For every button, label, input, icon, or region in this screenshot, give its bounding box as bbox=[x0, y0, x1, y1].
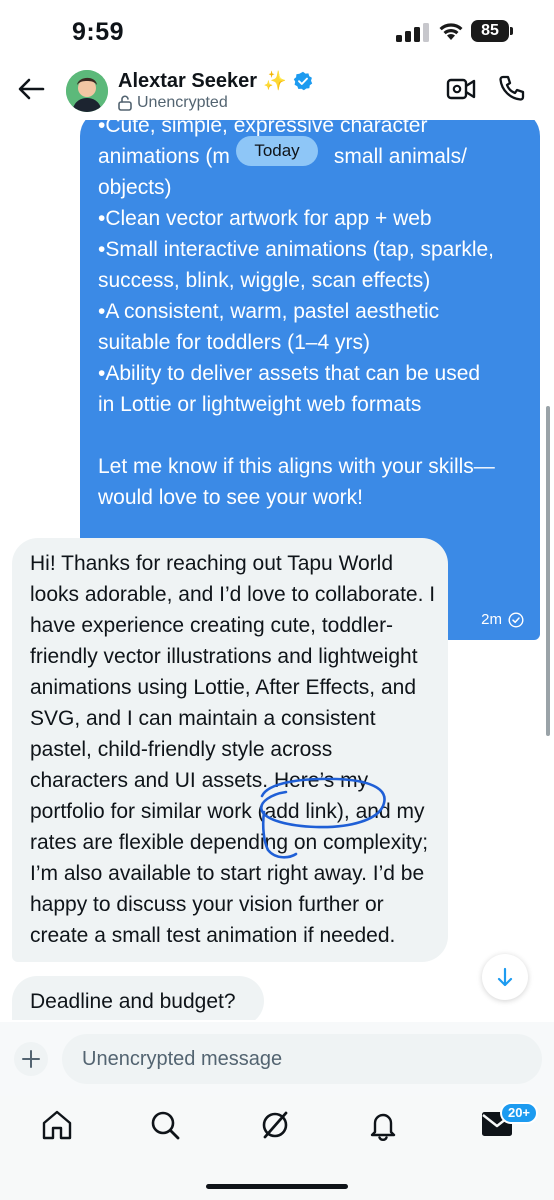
battery-indicator: 85 bbox=[471, 20, 509, 42]
phone-call-icon[interactable] bbox=[498, 74, 526, 102]
notifications-icon[interactable] bbox=[366, 1108, 400, 1142]
verified-badge-icon bbox=[293, 71, 312, 91]
received-line: SVG, and I can maintain a consistent bbox=[30, 707, 376, 730]
received-line: friendly vector illustrations and lightw… bbox=[30, 645, 418, 668]
grok-icon[interactable] bbox=[258, 1108, 292, 1142]
sent-line: Let me know if this aligns with your ski… bbox=[98, 455, 495, 478]
lock-open-icon bbox=[118, 95, 132, 111]
sent-line: would love to see your work! bbox=[98, 486, 363, 509]
message-list[interactable]: •Cute, simple, expressive character anim… bbox=[0, 120, 554, 1020]
avatar-illustration bbox=[66, 70, 108, 112]
sent-line: •Clean vector artwork for app + web bbox=[98, 207, 432, 230]
avatar[interactable] bbox=[66, 70, 108, 112]
date-divider: Today bbox=[236, 136, 318, 166]
received-line: I’m also available to start right away. … bbox=[30, 862, 425, 885]
conversation-header: Alextar Seeker ✨ Unencrypted bbox=[0, 56, 554, 120]
encryption-status: Unencrypted bbox=[137, 94, 228, 111]
received-line: looks adorable, and I’d love to collabor… bbox=[30, 583, 436, 606]
sparkle-icon: ✨ bbox=[262, 71, 287, 92]
received-line: pastel, child-friendly style across bbox=[30, 738, 333, 761]
scroll-to-bottom-button[interactable] bbox=[482, 954, 528, 1000]
arrow-down-icon bbox=[497, 967, 513, 987]
received-line: happy to discuss your vision further or bbox=[30, 893, 384, 916]
sent-line: success, blink, wiggle, scan effects) bbox=[98, 269, 431, 292]
back-arrow-icon[interactable] bbox=[16, 74, 46, 104]
read-check-icon bbox=[508, 611, 524, 628]
sent-line: •Cute, simple, expressive character bbox=[98, 120, 428, 137]
received-message-text: Hi! Thanks for reaching out Tapu World l… bbox=[30, 548, 442, 951]
encryption-status-row: Unencrypted bbox=[118, 94, 228, 112]
received-line: create a small test animation if needed. bbox=[30, 924, 396, 947]
sent-line: in Lottie or lightweight web formats bbox=[98, 393, 422, 416]
sent-time: 2m bbox=[481, 611, 502, 628]
sent-line: •Small interactive animations (tap, spar… bbox=[98, 238, 495, 261]
received-line: characters and UI assets. Here’s my bbox=[30, 769, 369, 792]
message-input[interactable] bbox=[62, 1034, 542, 1084]
add-attachment-icon[interactable] bbox=[12, 1040, 50, 1078]
messages-badge: 20+ bbox=[500, 1102, 538, 1124]
sent-line bbox=[98, 420, 528, 451]
received-line: Hi! Thanks for reaching out Tapu World bbox=[30, 552, 394, 575]
home-icon[interactable] bbox=[40, 1108, 74, 1142]
scrollbar-thumb[interactable] bbox=[546, 406, 550, 736]
sent-line-fragment: animations (m bbox=[98, 145, 230, 168]
received-message-bubble[interactable]: Hi! Thanks for reaching out Tapu World l… bbox=[12, 538, 448, 962]
status-bar: 9:59 85 bbox=[0, 0, 554, 56]
search-icon[interactable] bbox=[148, 1108, 182, 1142]
sent-line: •Ability to deliver assets that can be u… bbox=[98, 362, 481, 385]
contact-name[interactable]: Alextar Seeker bbox=[118, 70, 257, 93]
message-composer bbox=[0, 1022, 554, 1096]
status-time: 9:59 bbox=[72, 18, 125, 46]
sent-line-fragment: small animals/ bbox=[333, 145, 467, 168]
sent-line: objects) bbox=[98, 176, 172, 199]
video-call-icon[interactable] bbox=[446, 76, 476, 102]
received-message-bubble[interactable]: Deadline and budget? bbox=[12, 976, 264, 1020]
sent-line: •A consistent, warm, pastel aesthetic bbox=[98, 300, 440, 323]
sent-message-text: •Cute, simple, expressive character anim… bbox=[98, 120, 528, 513]
sent-message-meta: 2m bbox=[481, 611, 524, 628]
contact-name-row[interactable]: Alextar Seeker ✨ bbox=[118, 68, 313, 94]
received-message-text: Deadline and budget? bbox=[30, 990, 236, 1013]
cellular-signal-icon bbox=[396, 23, 429, 42]
battery-tip bbox=[510, 27, 513, 35]
wifi-icon bbox=[439, 23, 463, 40]
received-line: animations using Lottie, After Effects, … bbox=[30, 676, 417, 699]
received-line: portfolio for similar work (add link), a… bbox=[30, 800, 425, 823]
received-line: rates are flexible depending on complexi… bbox=[30, 831, 429, 854]
received-line: have experience creating cute, toddler- bbox=[30, 614, 394, 637]
sent-line: suitable for toddlers (1–4 yrs) bbox=[98, 331, 370, 354]
home-indicator bbox=[206, 1184, 348, 1189]
